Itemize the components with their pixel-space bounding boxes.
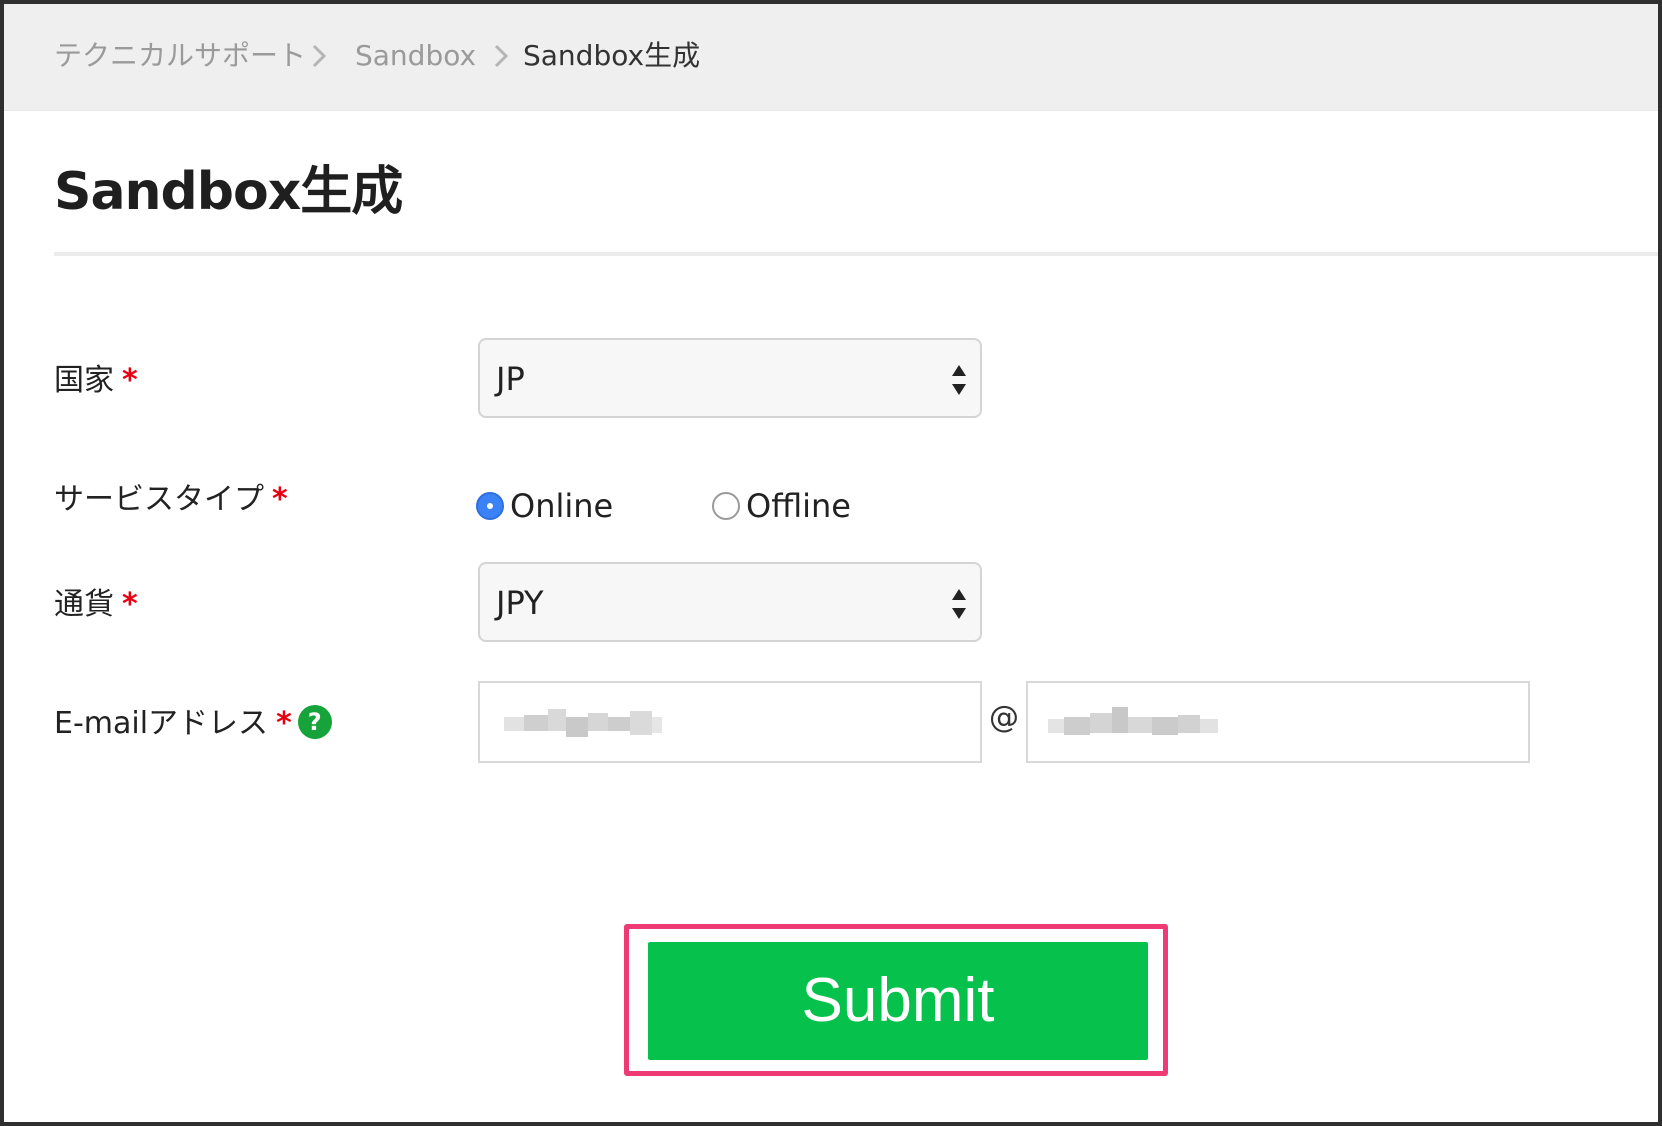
email-label: E-mailアドレス *? xyxy=(54,704,332,744)
required-mark: * xyxy=(122,587,138,622)
blurred-text xyxy=(1048,707,1218,735)
country-select[interactable]: JP xyxy=(478,338,982,418)
page-frame: テクニカルサポート Sandbox Sandbox生成 Sandbox生成 国家… xyxy=(0,0,1662,1126)
title-divider xyxy=(54,252,1658,256)
help-icon[interactable]: ? xyxy=(297,704,332,739)
email-label-text: E-mailアドレス xyxy=(54,706,269,741)
currency-label-text: 通貨 xyxy=(54,587,114,622)
breadcrumb: テクニカルサポート Sandbox Sandbox生成 xyxy=(4,4,1658,111)
breadcrumb-link-sandbox[interactable]: Sandbox xyxy=(355,36,476,76)
service-type-label-text: サービスタイプ xyxy=(54,482,264,517)
breadcrumb-current: Sandbox生成 xyxy=(523,39,701,72)
country-label: 国家 * xyxy=(54,361,138,401)
required-mark: * xyxy=(122,363,138,398)
submit-button[interactable]: Submit xyxy=(648,942,1148,1060)
chevron-right-icon xyxy=(312,44,327,68)
radio-offline-label: Offline xyxy=(746,487,851,525)
breadcrumb-link-tech-support[interactable]: テクニカルサポート xyxy=(54,36,306,76)
page-title: Sandbox生成 xyxy=(54,162,403,222)
blurred-text xyxy=(504,709,662,737)
radio-online-label: Online xyxy=(510,487,614,525)
required-mark: * xyxy=(272,482,288,517)
at-sign: @ xyxy=(989,700,1019,735)
required-mark: * xyxy=(276,706,292,741)
select-arrows-icon xyxy=(952,365,966,395)
radio-unselected-indicator[interactable] xyxy=(712,492,740,520)
service-type-label: サービスタイプ * xyxy=(54,480,288,520)
radio-selected-indicator[interactable] xyxy=(476,492,504,520)
currency-select-value: JPY xyxy=(496,584,544,622)
country-select-value: JP xyxy=(496,360,525,398)
currency-select[interactable]: JPY xyxy=(478,562,982,642)
country-label-text: 国家 xyxy=(54,363,114,398)
email-domain-input[interactable] xyxy=(1026,681,1530,763)
email-local-part-input[interactable] xyxy=(478,681,982,763)
currency-label: 通貨 * xyxy=(54,585,138,625)
chevron-right-icon xyxy=(494,44,509,68)
select-arrows-icon xyxy=(952,589,966,619)
